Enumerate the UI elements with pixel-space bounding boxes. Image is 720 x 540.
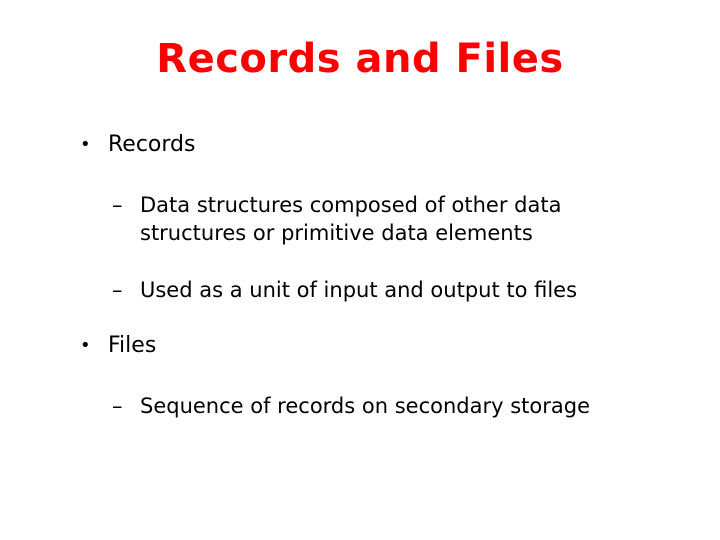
bullet-label: Records bbox=[108, 132, 196, 157]
subitem-line: structures or primitive data elements bbox=[140, 221, 533, 245]
subitem-line: Used as a unit of input and output to fi… bbox=[140, 278, 578, 302]
bullet-marker: • bbox=[80, 134, 91, 155]
bullet-label: Files bbox=[108, 333, 157, 358]
subitem-line: Data structures composed of other data bbox=[140, 193, 562, 217]
slide-title: Records and Files bbox=[156, 36, 564, 82]
dash-marker: – bbox=[112, 394, 123, 418]
bullet-marker: • bbox=[80, 335, 91, 356]
dash-marker: – bbox=[112, 278, 123, 302]
subitem-line: Sequence of records on secondary storage bbox=[140, 394, 590, 418]
dash-marker: – bbox=[112, 193, 123, 217]
